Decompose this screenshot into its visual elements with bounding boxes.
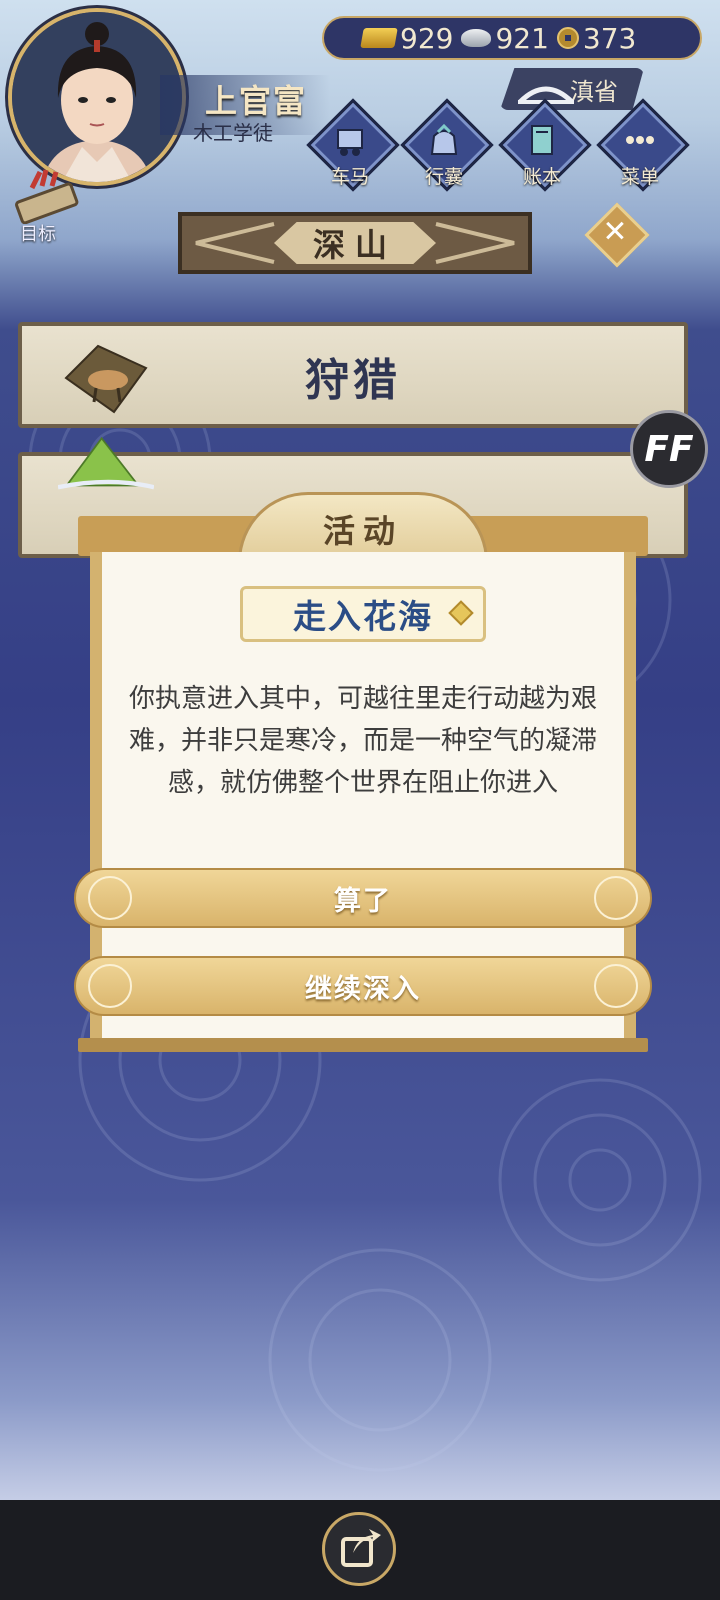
gold-currency: 929 (360, 21, 454, 55)
carriage-button[interactable]: 车马 (306, 98, 400, 192)
activity-hunting[interactable]: 狩猎 (18, 322, 688, 428)
copper-amount: 373 (582, 21, 637, 55)
fast-forward-label: FF (644, 428, 694, 470)
ledger-button[interactable]: 账本 (498, 98, 592, 192)
currency-bar: 929 921 373 (322, 16, 702, 60)
mountain-icon (58, 436, 154, 490)
close-icon: ✕ (602, 214, 628, 250)
cloud-right-icon (594, 876, 638, 920)
copper-currency: 373 (556, 21, 637, 55)
cancel-button[interactable]: 算了 (74, 868, 652, 928)
menu-label: 菜单 (620, 166, 659, 188)
area-title: 深山 (274, 222, 436, 264)
fast-forward-button[interactable]: FF (630, 410, 708, 488)
activity-label: 狩猎 (305, 355, 401, 406)
more-icon (626, 136, 654, 144)
player-title: 木工学徒 (193, 121, 273, 145)
goal-label: 目标 (20, 224, 56, 245)
ledger-icon (531, 125, 553, 155)
silver-amount: 921 (495, 21, 549, 55)
dialog-footer-bar (78, 1038, 648, 1052)
bag-button[interactable]: 行囊 (400, 98, 494, 192)
activity-dialog: 活动 走入花海 你执意进入其中，可越往里走行动越为艰难，并非只是寒冷，而是一种空… (74, 492, 652, 1062)
dialog-tab-title: 活动 (322, 512, 403, 550)
carriage-icon (337, 129, 363, 156)
scroll-icon (15, 169, 79, 225)
goal-button[interactable]: 目标 (12, 168, 84, 248)
ledger-label: 账本 (522, 166, 561, 188)
chevron-right-decoration (435, 222, 515, 264)
chevron-left-decoration (195, 222, 275, 264)
share-icon (341, 1529, 381, 1567)
close-button[interactable]: ✕ (584, 202, 650, 268)
area-title-banner: 深山 (178, 212, 532, 274)
location-label: 滇省 (570, 77, 618, 106)
gold-amount: 929 (400, 21, 454, 55)
silver-currency: 921 (461, 21, 549, 55)
cloud-left-icon (88, 964, 132, 1008)
cloud-left-icon (88, 876, 132, 920)
cancel-label: 算了 (334, 885, 392, 917)
copper-coin-icon (556, 27, 579, 49)
menu-button[interactable]: 菜单 (596, 98, 690, 192)
silver-ingot-icon (461, 29, 492, 47)
avatar-portrait-icon (12, 12, 182, 182)
bag-label: 行囊 (424, 166, 463, 188)
gold-ingot-icon (360, 28, 398, 48)
carriage-label: 车马 (330, 166, 369, 188)
share-button[interactable] (322, 1512, 396, 1586)
continue-label: 继续深入 (305, 973, 421, 1005)
player-name: 上官富 (205, 82, 308, 120)
bag-icon (430, 123, 458, 155)
event-description: 你执意进入其中，可越往里走行动越为艰难，并非只是寒冷，而是一种空气的凝滞感，就仿… (128, 684, 597, 798)
cloud-right-icon (594, 964, 638, 1008)
continue-button[interactable]: 继续深入 (74, 956, 652, 1016)
